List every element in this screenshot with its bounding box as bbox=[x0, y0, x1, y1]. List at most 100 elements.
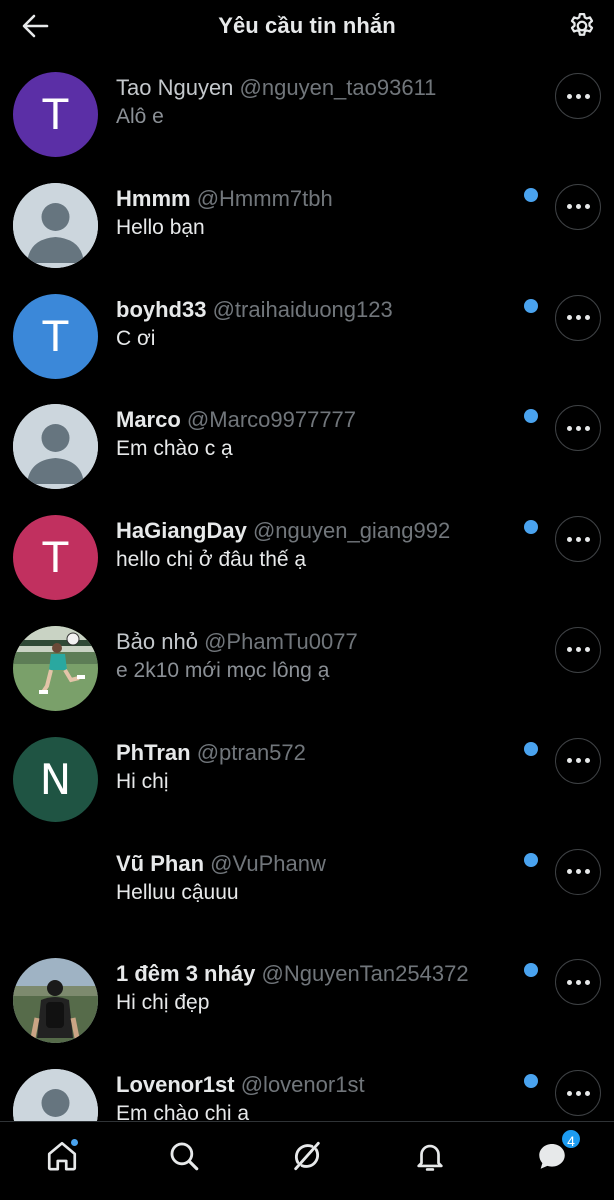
messages-badge: 4 bbox=[560, 1128, 582, 1150]
unread-dot bbox=[524, 520, 538, 535]
search-icon bbox=[170, 1142, 199, 1171]
sender-name: Hmmm bbox=[116, 185, 191, 211]
more-dot-icon bbox=[575, 647, 581, 653]
more-dot-icon bbox=[584, 93, 590, 99]
more-dot-icon bbox=[566, 425, 572, 431]
more-dot-icon bbox=[566, 647, 572, 653]
unread-dot bbox=[524, 741, 538, 756]
avatar-initial: N bbox=[39, 754, 72, 804]
sender-handle: @VuPhanw bbox=[210, 850, 326, 876]
message-request-row[interactable]: Tboyhd33 @traihaiduong123 C ơi bbox=[0, 282, 614, 393]
more-dot-icon bbox=[584, 425, 590, 431]
settings-button[interactable] bbox=[566, 10, 598, 42]
more-options-button[interactable] bbox=[555, 516, 601, 563]
unread-dot bbox=[524, 298, 538, 313]
more-options-button[interactable] bbox=[555, 294, 601, 341]
sender-name: Bảo nhỏ bbox=[116, 628, 198, 654]
sender-handle: @traihaiduong123 bbox=[212, 296, 393, 322]
message-request-row[interactable]: Hmmm @Hmmm7tbh Hello bạn bbox=[0, 171, 614, 282]
sender-line: 1 đêm 3 nháy @NguyenTan254372 bbox=[116, 960, 516, 988]
gear-icon bbox=[570, 13, 594, 36]
top-bar: Yêu cầu tin nhắn bbox=[0, 0, 614, 52]
request-text: 1 đêm 3 nháy @NguyenTan254372 Hi chị đẹp bbox=[116, 960, 516, 1018]
more-options-button[interactable] bbox=[555, 1070, 601, 1117]
page-title: Yêu cầu tin nhắn bbox=[218, 13, 396, 38]
message-preview: Hello bạn bbox=[116, 215, 205, 239]
sender-handle: @nguyen_giang992 bbox=[252, 518, 451, 544]
sender-line: boyhd33 @traihaiduong123 bbox=[116, 296, 516, 324]
message-preview: Hi chị đẹp bbox=[116, 991, 210, 1015]
avatar-initial: T bbox=[42, 533, 69, 583]
request-text: HaGiangDay @nguyen_giang992 hello chị ở đ… bbox=[116, 517, 516, 575]
more-dot-icon bbox=[575, 204, 581, 210]
more-dot-icon bbox=[584, 647, 590, 653]
more-dot-icon bbox=[566, 869, 572, 875]
avatar[interactable]: T bbox=[13, 72, 98, 157]
more-dot-icon bbox=[584, 869, 590, 875]
message-preview: Em chào c ạ bbox=[116, 437, 233, 461]
more-options-button[interactable] bbox=[555, 959, 601, 1006]
message-request-row[interactable]: 1 đêm 3 nháy @NguyenTan254372 Hi chị đẹp bbox=[0, 946, 614, 1057]
more-options-button[interactable] bbox=[555, 626, 601, 673]
message-request-row[interactable]: Marco @Marco9977777 Em chào c ạ bbox=[0, 392, 614, 503]
default-avatar-icon bbox=[13, 404, 98, 490]
sender-handle: @PhamTu0077 bbox=[204, 628, 358, 654]
tab-search[interactable] bbox=[164, 1136, 204, 1176]
message-request-row[interactable]: Vũ Phan @VuPhanw Helluu cậuuu bbox=[0, 836, 614, 947]
more-dot-icon bbox=[575, 1090, 581, 1096]
avatar[interactable] bbox=[13, 958, 98, 1044]
bottom-tab-bar: 4 bbox=[0, 1121, 614, 1200]
tab-messages[interactable]: 4 bbox=[532, 1128, 582, 1176]
more-dot-icon bbox=[575, 979, 581, 985]
request-text: boyhd33 @traihaiduong123 C ơi bbox=[116, 296, 516, 354]
more-options-button[interactable] bbox=[555, 848, 601, 895]
message-preview: C ơi bbox=[116, 326, 156, 350]
more-dot-icon bbox=[584, 315, 590, 321]
tab-notifications[interactable] bbox=[410, 1136, 450, 1176]
more-options-button[interactable] bbox=[555, 183, 601, 230]
back-button[interactable] bbox=[20, 12, 50, 40]
avatar[interactable] bbox=[13, 404, 98, 490]
more-options-button[interactable] bbox=[555, 405, 601, 452]
sender-line: Lovenor1st @lovenor1st bbox=[116, 1071, 516, 1099]
arrow-left-icon bbox=[22, 14, 49, 38]
message-requests-list: T Tao Nguyen @nguyen_tao93611 Alô e Hmmm @H… bbox=[0, 60, 614, 1168]
sender-name: boyhd33 bbox=[116, 296, 207, 322]
sender-handle: @Hmmm7tbh bbox=[196, 185, 333, 211]
avatar[interactable] bbox=[13, 182, 98, 268]
avatar[interactable]: T bbox=[13, 515, 98, 601]
more-dot-icon bbox=[575, 536, 581, 542]
soccer-photo bbox=[13, 625, 98, 711]
more-dot-icon bbox=[575, 758, 581, 764]
more-dot-icon bbox=[575, 869, 581, 875]
sender-line: Vũ Phan @VuPhanw bbox=[116, 850, 516, 878]
avatar[interactable]: N bbox=[13, 736, 98, 822]
message-request-row[interactable]: T HaGiangDay @nguyen_giang992 hello chị ở … bbox=[0, 503, 614, 614]
more-dot-icon bbox=[584, 536, 590, 542]
tab-grok[interactable] bbox=[287, 1136, 327, 1176]
sender-handle: @ptran572 bbox=[196, 739, 306, 765]
sender-name: Tao Nguyen bbox=[116, 75, 234, 100]
avatar[interactable] bbox=[13, 848, 98, 933]
unread-dot bbox=[524, 187, 538, 202]
message-request-row[interactable]: Bảo nhỏ @PhamTu0077 e 2k10 mới mọc lông ạ bbox=[0, 614, 614, 725]
sender-line: HaGiangDay @nguyen_giang992 bbox=[116, 517, 516, 545]
more-options-button[interactable] bbox=[555, 73, 601, 119]
message-preview: e 2k10 mới mọc lông ạ bbox=[116, 658, 330, 682]
sender-line: Hmmm @Hmmm7tbh bbox=[116, 185, 516, 213]
more-dot-icon bbox=[584, 758, 590, 764]
request-text: Marco @Marco9977777 Em chào c ạ bbox=[116, 406, 516, 464]
message-request-row[interactable]: T Tao Nguyen @nguyen_tao93611 Alô e bbox=[0, 60, 614, 171]
grok-icon bbox=[294, 1141, 320, 1171]
sender-name: Marco bbox=[116, 407, 181, 433]
sender-name: Lovenor1st bbox=[116, 1072, 235, 1098]
message-request-row[interactable]: N PhTran @ptran572 Hi chị bbox=[0, 725, 614, 836]
message-preview: Helluu cậuuu bbox=[116, 880, 239, 904]
avatar[interactable] bbox=[13, 625, 98, 711]
more-dot-icon bbox=[566, 204, 572, 210]
tab-home[interactable] bbox=[42, 1136, 82, 1176]
more-options-button[interactable] bbox=[555, 737, 601, 784]
avatar-initial: T bbox=[42, 311, 69, 361]
avatar[interactable]: T bbox=[13, 293, 98, 379]
sender-handle: @NguyenTan254372 bbox=[261, 961, 469, 987]
